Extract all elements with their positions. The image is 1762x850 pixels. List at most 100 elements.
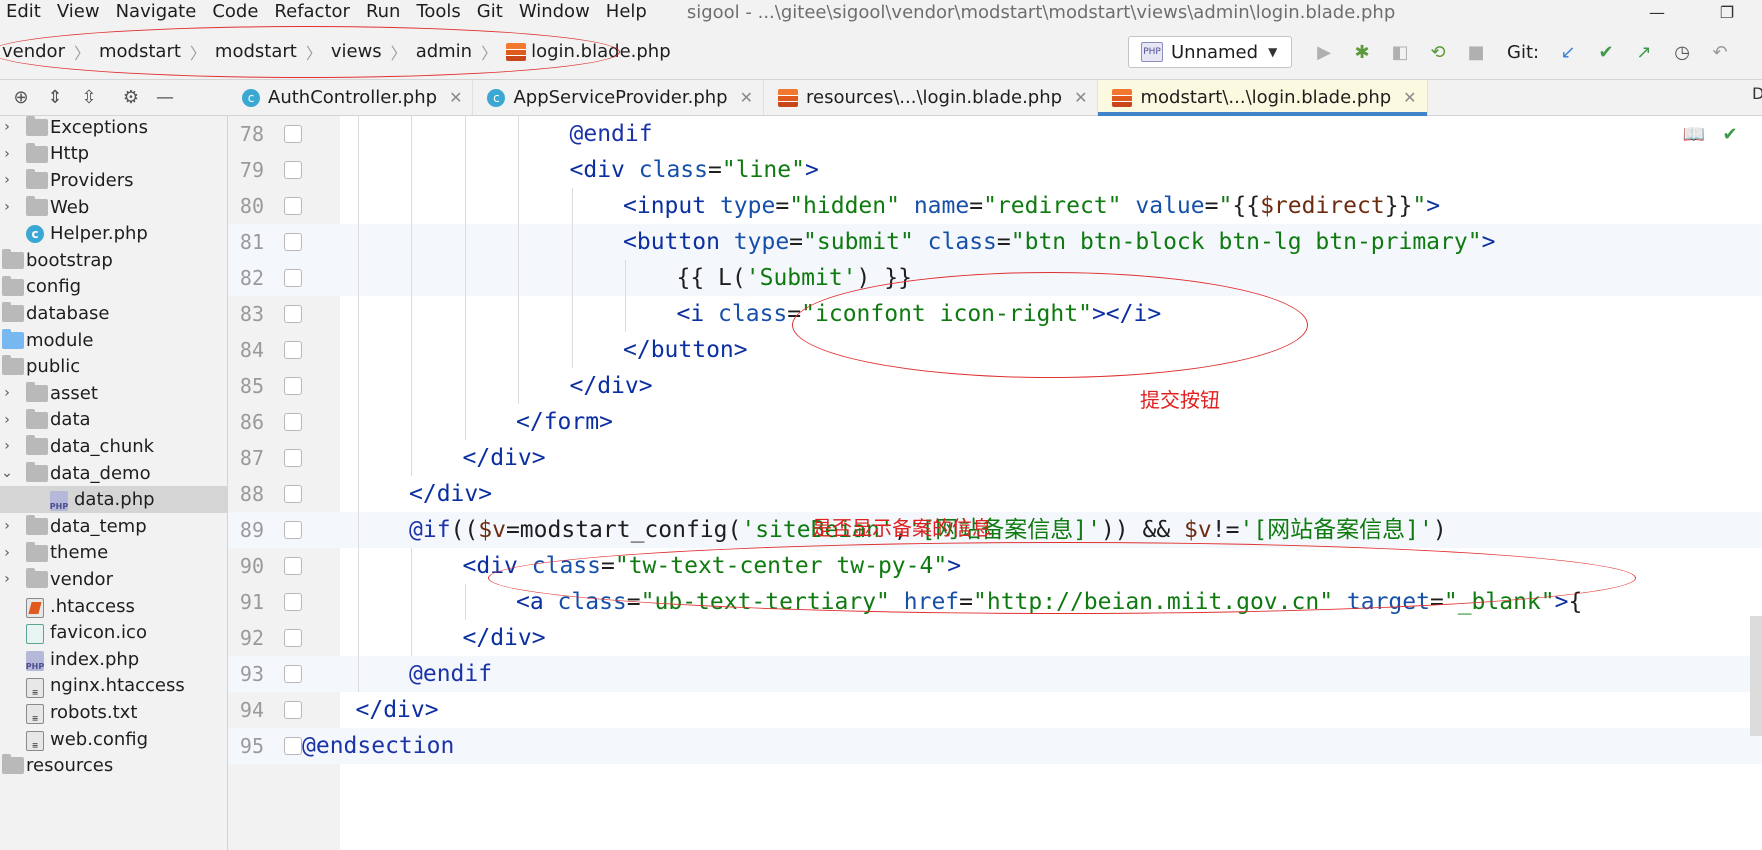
- inspection-ok-icon[interactable]: ✔: [1712, 116, 1748, 152]
- tree-item[interactable]: public: [0, 353, 227, 380]
- breadcrumb-item[interactable]: views: [331, 41, 382, 62]
- expand-all-icon[interactable]: ⇕: [38, 80, 72, 116]
- code-line[interactable]: 80 <input type="hidden" name="redirect" v…: [228, 188, 1762, 224]
- git-update-icon[interactable]: ↙: [1549, 36, 1587, 68]
- reader-mode-icon[interactable]: 📖: [1676, 116, 1712, 152]
- fold-marker-icon[interactable]: [284, 233, 302, 251]
- fold-marker-icon[interactable]: [284, 413, 302, 431]
- code-editor[interactable]: 78 @endif 79 <div class="line"> 80 <input typ…: [228, 116, 1762, 850]
- tree-item[interactable]: › vendor: [0, 566, 227, 593]
- menu-help[interactable]: Help: [600, 0, 657, 24]
- code-line[interactable]: 78 @endif: [228, 116, 1762, 152]
- tree-item[interactable]: c Helper.php: [0, 220, 227, 247]
- restore-icon[interactable]: ❐: [1692, 0, 1762, 24]
- tree-item[interactable]: config: [0, 274, 227, 301]
- chevron-right-icon[interactable]: ›: [0, 545, 14, 561]
- tree-item[interactable]: › data_temp: [0, 513, 227, 540]
- chevron-right-icon[interactable]: ›: [0, 385, 14, 401]
- tree-item[interactable]: resources: [0, 752, 227, 779]
- tree-item[interactable]: favicon.ico: [0, 619, 227, 646]
- tree-item[interactable]: ⌄ data_demo: [0, 460, 227, 487]
- fold-marker-icon[interactable]: [284, 341, 302, 359]
- tree-item[interactable]: › data: [0, 407, 227, 434]
- debug-icon[interactable]: ✱: [1343, 36, 1381, 68]
- code-line[interactable]: 91 <a class="ub-text-tertiary" href="http…: [228, 584, 1762, 620]
- tree-item[interactable]: ≡ web.config: [0, 726, 227, 753]
- fold-marker-icon[interactable]: [284, 521, 302, 539]
- tree-item[interactable]: › data_chunk: [0, 433, 227, 460]
- fold-marker-icon[interactable]: [284, 269, 302, 287]
- tree-item[interactable]: ≡ robots.txt: [0, 699, 227, 726]
- code-line[interactable]: 90 <div class="tw-text-center tw-py-4">: [228, 548, 1762, 584]
- run-configuration-select[interactable]: PHP Unnamed ▼: [1128, 36, 1292, 68]
- vertical-scrollbar[interactable]: [1750, 616, 1762, 736]
- tree-item[interactable]: › Web: [0, 194, 227, 221]
- close-icon[interactable]: ✕: [449, 88, 462, 107]
- fold-marker-icon[interactable]: [284, 449, 302, 467]
- tree-item[interactable]: PHP index.php: [0, 646, 227, 673]
- fold-marker-icon[interactable]: [284, 197, 302, 215]
- stop-icon[interactable]: ■: [1457, 36, 1495, 68]
- menu-git[interactable]: Git: [471, 0, 513, 24]
- right-tool-strip-label[interactable]: D: [1752, 84, 1762, 103]
- fold-marker-icon[interactable]: [284, 737, 302, 755]
- breadcrumb-item[interactable]: modstart: [215, 41, 297, 62]
- editor-tab[interactable]: c AuthController.php ✕: [228, 80, 474, 115]
- code-line[interactable]: 87 </div>: [228, 440, 1762, 476]
- close-icon[interactable]: ✕: [1074, 88, 1087, 107]
- rollback-icon[interactable]: ↶: [1701, 36, 1739, 68]
- tree-item[interactable]: ≡ nginx.htaccess: [0, 673, 227, 700]
- tree-item[interactable]: module: [0, 327, 227, 354]
- fold-marker-icon[interactable]: [284, 629, 302, 647]
- fold-marker-icon[interactable]: [284, 377, 302, 395]
- chevron-down-icon[interactable]: ⌄: [0, 465, 14, 481]
- fold-marker-icon[interactable]: [284, 161, 302, 179]
- editor-tab[interactable]: modstart\...\login.blade.php ✕: [1098, 80, 1428, 116]
- code-line[interactable]: 82 {{ L('Submit') }}: [228, 260, 1762, 296]
- menu-view[interactable]: View: [51, 0, 110, 24]
- code-line[interactable]: 84 </button>: [228, 332, 1762, 368]
- menu-navigate[interactable]: Navigate: [110, 0, 207, 24]
- code-line[interactable]: 81 <button type="submit" class="btn btn-b…: [228, 224, 1762, 260]
- tree-item[interactable]: › Exceptions: [0, 116, 227, 141]
- tree-item[interactable]: bootstrap: [0, 247, 227, 274]
- locate-icon[interactable]: ⊕: [4, 80, 38, 116]
- code-line[interactable]: 89 @if(($v=modstart_config('siteBeian','[…: [228, 512, 1762, 548]
- fold-marker-icon[interactable]: [284, 485, 302, 503]
- fold-marker-icon[interactable]: [284, 701, 302, 719]
- tree-item[interactable]: › Http: [0, 141, 227, 168]
- editor-tab[interactable]: resources\...\login.blade.php ✕: [764, 80, 1099, 115]
- minimize-icon[interactable]: —: [1622, 0, 1692, 24]
- chevron-right-icon[interactable]: ›: [0, 438, 14, 454]
- menu-refactor[interactable]: Refactor: [268, 0, 360, 24]
- chevron-right-icon[interactable]: ›: [0, 199, 14, 215]
- coverage-icon[interactable]: ◧: [1381, 36, 1419, 68]
- breadcrumb-item[interactable]: login.blade.php: [506, 41, 671, 62]
- menu-code[interactable]: Code: [206, 0, 268, 24]
- chevron-right-icon[interactable]: ›: [0, 146, 14, 162]
- collapse-all-icon[interactable]: ⇳: [72, 80, 106, 116]
- tree-item[interactable]: › asset: [0, 380, 227, 407]
- close-icon[interactable]: ✕: [1403, 88, 1416, 107]
- menu-tools[interactable]: Tools: [410, 0, 470, 24]
- hide-icon[interactable]: —: [148, 80, 182, 116]
- code-line[interactable]: 85 </div>: [228, 368, 1762, 404]
- run-icon[interactable]: ▶: [1305, 36, 1343, 68]
- chevron-right-icon[interactable]: ›: [0, 119, 14, 135]
- chevron-right-icon[interactable]: ›: [0, 571, 14, 587]
- close-icon[interactable]: ✕: [740, 88, 753, 107]
- fold-marker-icon[interactable]: [284, 557, 302, 575]
- editor-tab[interactable]: c AppServiceProvider.php ✕: [473, 80, 765, 115]
- tree-item[interactable]: .htaccess: [0, 593, 227, 620]
- menu-window[interactable]: Window: [513, 0, 600, 24]
- git-commit-icon[interactable]: ✔: [1587, 36, 1625, 68]
- code-line[interactable]: 86 </form>: [228, 404, 1762, 440]
- breadcrumb-item[interactable]: vendor: [2, 41, 65, 62]
- breadcrumb-item[interactable]: admin: [416, 41, 472, 62]
- chevron-right-icon[interactable]: ›: [0, 518, 14, 534]
- code-line[interactable]: 83 <i class="iconfont icon-right"></i>: [228, 296, 1762, 332]
- code-line[interactable]: 94 </div>: [228, 692, 1762, 728]
- gear-icon[interactable]: ⚙: [114, 80, 148, 116]
- fold-marker-icon[interactable]: [284, 305, 302, 323]
- history-icon[interactable]: ◷: [1663, 36, 1701, 68]
